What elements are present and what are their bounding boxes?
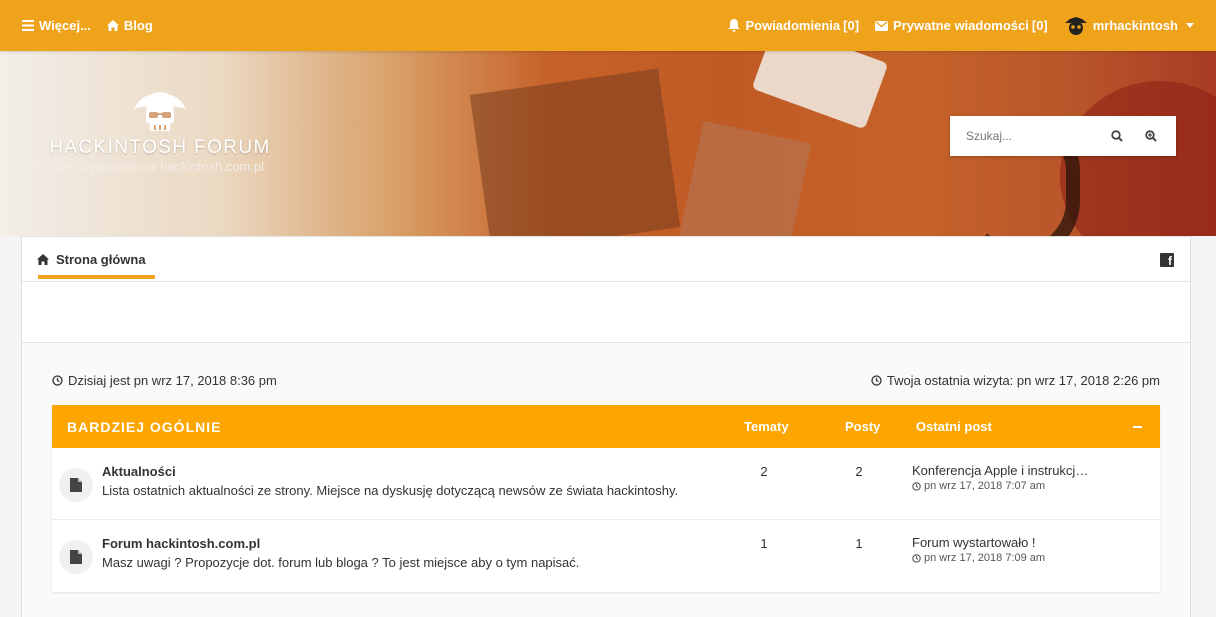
category-title-link[interactable]: BARDZIEJ OGÓLNIE [67, 419, 221, 435]
last-post-title-link[interactable]: Forum wystartowało ! [912, 535, 1036, 550]
column-posts-header: Posty [845, 419, 881, 434]
current-time-info: Dzisiaj jest pn wrz 17, 2018 8:36 pm [52, 373, 277, 388]
pirate-skull-icon [134, 92, 186, 131]
breadcrumb-navbar: Strona główna f [22, 237, 1190, 282]
forum-description: Masz uwagi ? Propozycje dot. forum lub b… [102, 555, 580, 570]
forum-status-icon [59, 540, 93, 574]
column-last-post-header: Ostatni post [916, 419, 992, 434]
banner-decoration [1060, 81, 1216, 236]
clock-icon [912, 481, 921, 491]
forum-description: Lista ostatnich aktualności ze strony. M… [102, 483, 679, 498]
column-topics-header: Tematy [744, 419, 789, 434]
pm-count: [0] [1031, 18, 1048, 33]
site-subtitle: Forum użytkowników hackintosh.com.pl [35, 159, 265, 174]
header-banner: HACKINTOSH FORUM Forum użytkowników hack… [0, 51, 1216, 236]
forum-posts-count: 1 [855, 536, 863, 551]
last-post-title-link[interactable]: Konferencja Apple i instrukcj… [912, 463, 1088, 478]
clock-icon [52, 375, 63, 386]
notice-bar [22, 282, 1190, 343]
last-visit-info: Twoja ostatnia wizyta: pn wrz 17, 2018 2… [871, 373, 1160, 388]
topbar-right: Powiadomienia [0] Prywatne wiadomości [0… [728, 16, 1194, 36]
envelope-icon [875, 20, 889, 31]
search-button[interactable] [1100, 116, 1134, 156]
forum-topics-count: 1 [760, 536, 768, 551]
banner-decoration [469, 68, 681, 236]
file-icon [70, 550, 82, 564]
forum-status-icon [59, 468, 93, 502]
user-menu[interactable]: mrhackintosh [1064, 16, 1194, 36]
home-breadcrumb-label: Strona główna [56, 252, 146, 267]
forum-title-link[interactable]: Aktualności [102, 464, 176, 479]
bell-icon [728, 19, 740, 32]
advanced-search-button[interactable] [1134, 116, 1168, 156]
forum-posts-count: 2 [855, 464, 863, 479]
forum-row: Aktualności Lista ostatnich aktualności … [52, 448, 1160, 520]
home-icon [37, 254, 49, 265]
active-tab-indicator [38, 275, 155, 279]
last-post-date-text: pn wrz 17, 2018 7:07 am [924, 480, 1046, 492]
topbar-left: Więcej... Blog [22, 18, 153, 33]
bars-icon [22, 20, 34, 31]
site-title: HACKINTOSH FORUM [49, 137, 271, 158]
category-header: BARDZIEJ OGÓLNIE Tematy Posty Ostatni po… [52, 405, 1160, 448]
notifications-link[interactable]: Powiadomienia [0] [728, 18, 859, 33]
top-navbar: Więcej... Blog Powiadomienia [0] Prywatn… [0, 0, 1216, 51]
last-post-date-text: pn wrz 17, 2018 7:09 am [924, 552, 1046, 564]
main-panel: Strona główna f Dzisiaj jest pn wrz 17, … [21, 236, 1191, 617]
last-visit-text: Twoja ostatnia wizyta: pn wrz 17, 2018 2… [886, 373, 1160, 388]
last-post-date: pn wrz 17, 2018 7:07 am [912, 480, 1045, 492]
facebook-icon[interactable]: f [1160, 253, 1174, 267]
caret-down-icon [1186, 23, 1194, 28]
clock-icon [912, 553, 921, 563]
blog-link[interactable]: Blog [106, 18, 153, 33]
notifications-label: Powiadomienia [745, 18, 841, 33]
clock-icon [871, 375, 882, 386]
notifications-count-close: ] [854, 18, 860, 33]
zoom-in-icon [1145, 130, 1157, 142]
blog-label: Blog [123, 18, 153, 33]
more-menu-label: Więcej... [39, 18, 91, 33]
banner-decoration [751, 51, 889, 130]
current-time-text: Dzisiaj jest pn wrz 17, 2018 8:36 pm [68, 373, 277, 388]
file-icon [70, 478, 82, 492]
forum-title-link[interactable]: Forum hackintosh.com.pl [102, 536, 260, 551]
notifications-count: 0 [847, 18, 855, 33]
banner-decoration [678, 120, 812, 236]
avatar [1064, 16, 1087, 35]
site-logo[interactable]: HACKINTOSH FORUM Forum użytkowników hack… [35, 89, 285, 174]
home-icon [106, 20, 119, 31]
search-input[interactable] [950, 129, 1100, 143]
username: mrhackintosh [1092, 18, 1178, 33]
forum-topics-count: 2 [760, 464, 768, 479]
forum-row: Forum hackintosh.com.pl Masz uwagi ? Pro… [52, 520, 1160, 592]
search-box [950, 116, 1176, 156]
private-messages-link[interactable]: Prywatne wiadomości [0] [875, 18, 1048, 33]
pm-label: Prywatne wiadomości [893, 18, 1029, 33]
last-post-date: pn wrz 17, 2018 7:09 am [912, 552, 1045, 564]
forum-category-block: BARDZIEJ OGÓLNIE Tematy Posty Ostatni po… [52, 405, 1160, 592]
search-icon [1111, 130, 1123, 142]
more-menu-link[interactable]: Więcej... [22, 18, 91, 33]
collapse-icon[interactable] [1133, 426, 1142, 428]
